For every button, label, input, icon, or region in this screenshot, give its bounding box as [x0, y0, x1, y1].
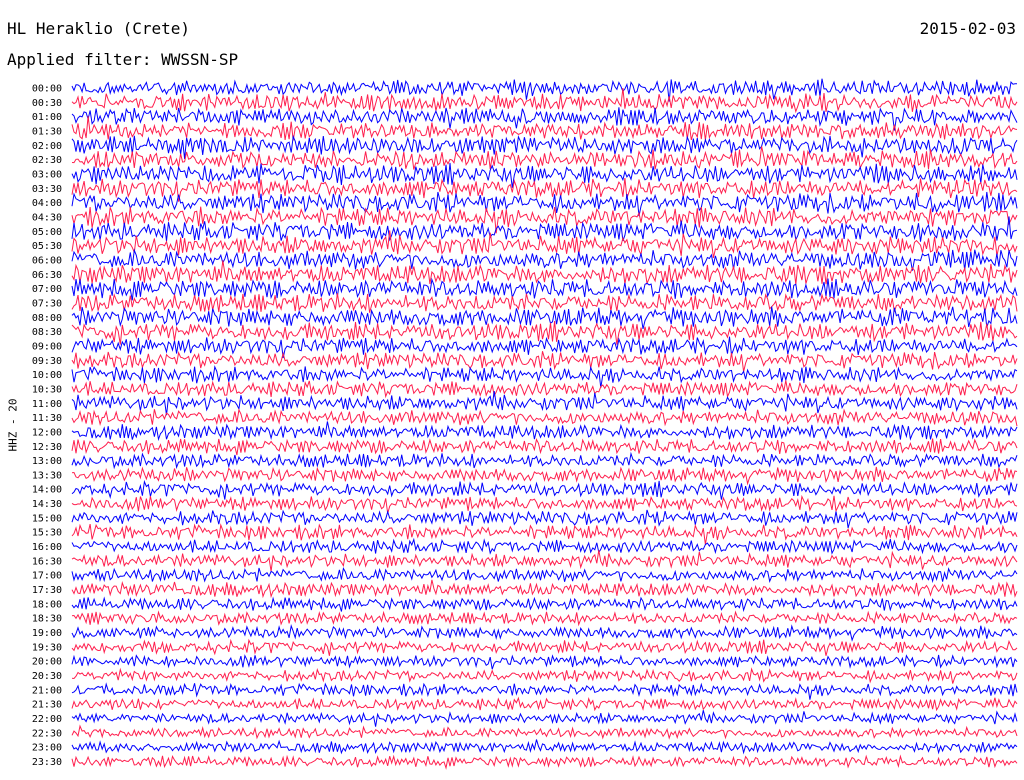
- time-tick-label: 00:00: [32, 84, 62, 95]
- seismic-trace: [71, 596, 1018, 613]
- time-tick-label: 15:00: [32, 513, 62, 524]
- seismic-trace: [71, 638, 1018, 656]
- seismic-trace: [71, 667, 1018, 684]
- seismic-trace: [71, 696, 1018, 712]
- seismic-trace: [71, 421, 1018, 442]
- time-tick-label: 09:00: [32, 341, 62, 352]
- seismic-trace: [71, 292, 1018, 313]
- time-tick-label: 05:30: [32, 241, 62, 252]
- seismic-trace: [71, 682, 1018, 700]
- seismic-trace: [71, 509, 1018, 529]
- seismic-trace: [71, 391, 1018, 416]
- helicorder-plot: 00:00 00:30 01:00 01:30 02:00 02:30 03:00 03:30…: [32, 78, 1018, 770]
- time-tick-label: 18:30: [32, 614, 62, 625]
- time-tick-label: 12:00: [32, 427, 62, 438]
- time-tick-label: 09:30: [32, 356, 62, 367]
- time-tick-label: 01:30: [32, 126, 62, 137]
- seismic-trace: [71, 438, 1018, 456]
- time-tick-label: 12:30: [32, 442, 62, 453]
- time-tick-label: 15:30: [32, 528, 62, 539]
- time-tick-label: 13:00: [32, 456, 62, 467]
- time-tick-label: 01:00: [32, 112, 62, 123]
- time-tick-label: 06:00: [32, 255, 62, 266]
- time-tick-label: 19:00: [32, 628, 62, 639]
- time-tick-label: 11:00: [32, 399, 62, 410]
- seismic-trace: [71, 350, 1018, 372]
- time-tick-label: 11:30: [32, 413, 62, 424]
- time-tick-label: 14:30: [32, 499, 62, 510]
- seismic-trace: [71, 408, 1018, 427]
- seismic-trace: [71, 336, 1018, 359]
- seismic-trace: [71, 191, 1018, 217]
- seismic-trace: [71, 579, 1018, 599]
- time-tick-label: 17:00: [32, 571, 62, 582]
- time-tick-label: 07:30: [32, 298, 62, 309]
- seismic-trace: [71, 177, 1018, 202]
- time-tick-label: 16:00: [32, 542, 62, 553]
- time-tick-label: 20:00: [32, 657, 62, 668]
- seismic-trace: [71, 146, 1018, 170]
- seismic-trace: [71, 321, 1018, 345]
- time-tick-label: 23:30: [32, 757, 62, 768]
- time-tick-label: 04:30: [32, 212, 62, 223]
- seismic-trace: [71, 724, 1018, 740]
- time-tick-label: 07:00: [32, 284, 62, 295]
- time-tick-label: 03:30: [32, 184, 62, 195]
- seismic-trace: [71, 623, 1018, 642]
- seismic-trace: [71, 494, 1018, 514]
- time-tick-label: 23:00: [32, 743, 62, 754]
- seismic-trace: [71, 550, 1018, 572]
- time-tick-label: 06:30: [32, 270, 62, 281]
- time-tick-label: 08:00: [32, 313, 62, 324]
- time-tick-label: 17:30: [32, 585, 62, 596]
- seismic-trace: [71, 523, 1018, 545]
- seismic-trace: [71, 306, 1018, 330]
- seismic-trace: [71, 162, 1018, 188]
- seismic-trace: [71, 260, 1018, 286]
- time-tick-label: 19:30: [32, 642, 62, 653]
- time-tick-label: 08:30: [32, 327, 62, 338]
- seismic-trace: [71, 537, 1018, 555]
- time-tick-label: 18:00: [32, 599, 62, 610]
- time-tick-label: 13:30: [32, 470, 62, 481]
- seismic-trace: [71, 479, 1018, 500]
- time-tick-label: 00:30: [32, 98, 62, 109]
- time-tick-label: 10:30: [32, 384, 62, 395]
- seismic-trace: [71, 451, 1018, 470]
- time-tick-label: 20:30: [32, 671, 62, 682]
- time-tick-label: 16:30: [32, 556, 62, 567]
- seismic-trace: [71, 610, 1018, 627]
- time-tick-label: 14:00: [32, 485, 62, 496]
- seismic-trace: [71, 206, 1018, 234]
- seismic-trace: [71, 739, 1018, 755]
- time-tick-label: 22:30: [32, 728, 62, 739]
- time-tick-label: 21:30: [32, 700, 62, 711]
- time-tick-label: 04:00: [32, 198, 62, 209]
- time-tick-label: 02:00: [32, 141, 62, 152]
- time-tick-label: 03:00: [32, 169, 62, 180]
- time-tick-label: 21:00: [32, 685, 62, 696]
- time-tick-label: 05:00: [32, 227, 62, 238]
- seismic-trace: [71, 466, 1018, 486]
- seismic-trace: [71, 78, 1017, 102]
- seismic-trace: [71, 567, 1018, 584]
- seismic-trace: [71, 754, 1018, 770]
- seismic-trace: [71, 380, 1018, 399]
- time-tick-label: 02:30: [32, 155, 62, 166]
- time-tick-label: 22:00: [32, 714, 62, 725]
- seismic-trace: [71, 710, 1018, 727]
- time-tick-label: 10:00: [32, 370, 62, 381]
- seismic-trace: [71, 248, 1018, 271]
- seismic-trace: [71, 654, 1018, 670]
- seismic-trace: [71, 107, 1018, 131]
